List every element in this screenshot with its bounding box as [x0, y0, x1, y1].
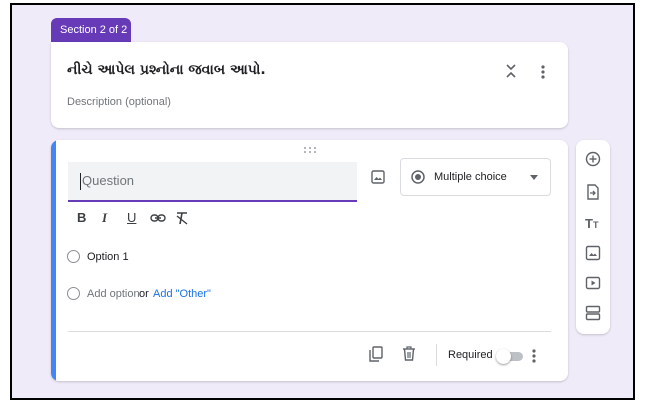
add-section-icon[interactable] [585, 305, 601, 321]
question-card[interactable]: Multiple choice B I U Option 1 Add optio… [51, 140, 568, 381]
add-option-button[interactable]: Add option [87, 288, 140, 300]
footer-separator [436, 344, 437, 366]
question-title-field[interactable] [68, 162, 357, 202]
option-radio [67, 250, 80, 263]
text-caret [80, 173, 81, 190]
svg-text:T: T [585, 216, 593, 231]
drag-handle-icon[interactable] [302, 146, 318, 154]
footer-divider [68, 331, 551, 332]
add-other-button[interactable]: Add "Other" [153, 288, 211, 300]
or-label: or [139, 288, 149, 300]
required-toggle[interactable] [496, 349, 523, 364]
floating-toolbar: T T [576, 140, 610, 334]
question-type-dropdown[interactable]: Multiple choice [400, 158, 551, 196]
underline-button[interactable]: U [127, 210, 136, 226]
question-input[interactable] [80, 172, 344, 189]
svg-text:T: T [593, 220, 599, 230]
toolbar-add-image-icon[interactable] [585, 245, 601, 261]
required-label: Required [448, 349, 493, 361]
section-more-options-icon[interactable] [540, 64, 546, 80]
bold-button[interactable]: B [77, 210, 86, 226]
add-title-description-icon[interactable]: T T [585, 215, 601, 231]
section-tab: Section 2 of 2 [51, 18, 131, 42]
question-type-label: Multiple choice [434, 171, 507, 183]
collapse-section-icon[interactable] [504, 62, 518, 80]
delete-icon[interactable] [403, 346, 415, 361]
import-questions-icon[interactable] [585, 184, 601, 200]
italic-button[interactable]: I [102, 210, 107, 226]
section-description-field[interactable]: Description (optional) [67, 96, 171, 108]
duplicate-icon[interactable] [369, 346, 383, 362]
radio-button-checked-icon [411, 170, 425, 184]
question-more-options-icon[interactable] [531, 348, 537, 364]
option-1-label[interactable]: Option 1 [87, 251, 129, 263]
section-header-card[interactable]: નીચે આપેલ પ્રશ્નોના જવાબ આપો. Descriptio… [51, 42, 568, 128]
add-video-icon[interactable] [585, 275, 601, 291]
add-image-icon[interactable] [371, 170, 385, 184]
add-option-radio [67, 287, 80, 300]
add-question-icon[interactable] [585, 151, 601, 167]
section-title[interactable]: નીચે આપેલ પ્રશ્નોના જવાબ આપો. [67, 62, 266, 78]
dropdown-arrow-icon [530, 175, 538, 180]
active-card-indicator [51, 140, 56, 381]
clear-formatting-icon[interactable] [175, 211, 189, 225]
link-icon[interactable] [150, 213, 166, 223]
